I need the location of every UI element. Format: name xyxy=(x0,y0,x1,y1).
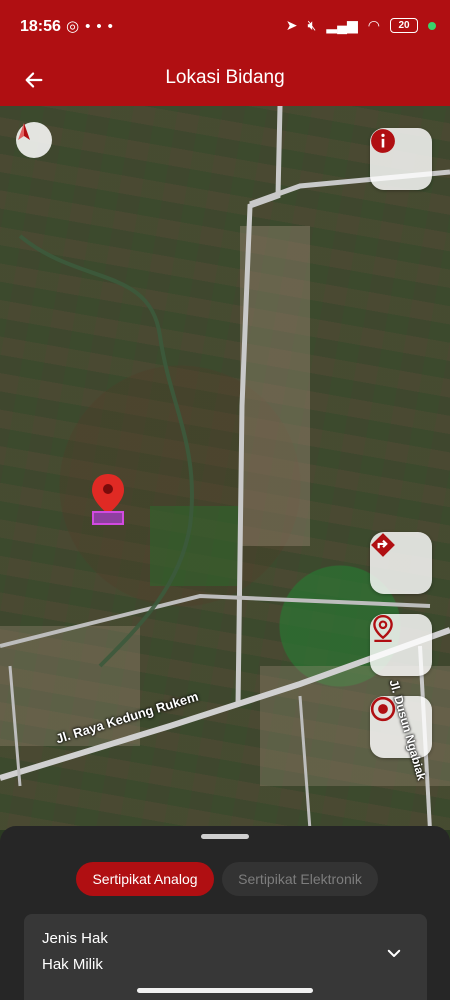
status-time: 18:56 xyxy=(20,18,61,35)
jenis-hak-label: Jenis Hak xyxy=(42,930,108,947)
map-pin-icon xyxy=(92,474,124,525)
mute-icon: 🔇︎ xyxy=(307,17,317,33)
status-bar: 18:56 ◎••• ➤ 🔇︎ ▂▄▆ ◠ 20 xyxy=(0,0,450,56)
signal-icon: ▂▄▆ xyxy=(326,17,358,33)
privacy-dot-icon xyxy=(428,21,436,30)
compass-icon xyxy=(18,123,30,140)
bottom-sheet[interactable]: Sertipikat Analog Sertipikat Elektronik … xyxy=(0,826,450,1000)
whatsapp-icon: ◎ xyxy=(66,18,86,35)
more-dots-icon: ••• xyxy=(85,18,119,35)
location-pin-icon xyxy=(373,614,393,642)
status-right-icons: ➤ 🔇︎ ▂▄▆ ◠ 20 xyxy=(286,17,436,34)
gesture-nav-bar[interactable] xyxy=(137,988,313,993)
status-left-icons: ◎••• xyxy=(66,17,119,35)
battery-icon: 20 xyxy=(390,18,418,33)
app-bar: Lokasi Bidang xyxy=(0,56,450,106)
wifi-icon: ◠ xyxy=(367,17,380,33)
directions-button[interactable] xyxy=(370,532,432,594)
info-button[interactable] xyxy=(370,128,432,190)
sheet-drag-handle[interactable] xyxy=(201,834,249,839)
satellite-map[interactable]: Jl. Raya Kedung Rukem Jl. Dusun Ngabiak xyxy=(0,106,450,830)
chevron-down-icon[interactable] xyxy=(385,944,403,962)
directions-icon xyxy=(371,533,395,557)
jenis-hak-value: Hak Milik xyxy=(42,956,103,973)
location-pin-button[interactable] xyxy=(370,614,432,676)
info-icon xyxy=(371,129,395,153)
tab-sertipikat-analog[interactable]: Sertipikat Analog xyxy=(76,862,214,896)
compass-button[interactable] xyxy=(16,122,52,158)
location-arrow-icon: ➤ xyxy=(285,17,298,33)
page-title: Lokasi Bidang xyxy=(165,67,285,88)
tab-sertipikat-elektronik[interactable]: Sertipikat Elektronik xyxy=(222,862,378,896)
